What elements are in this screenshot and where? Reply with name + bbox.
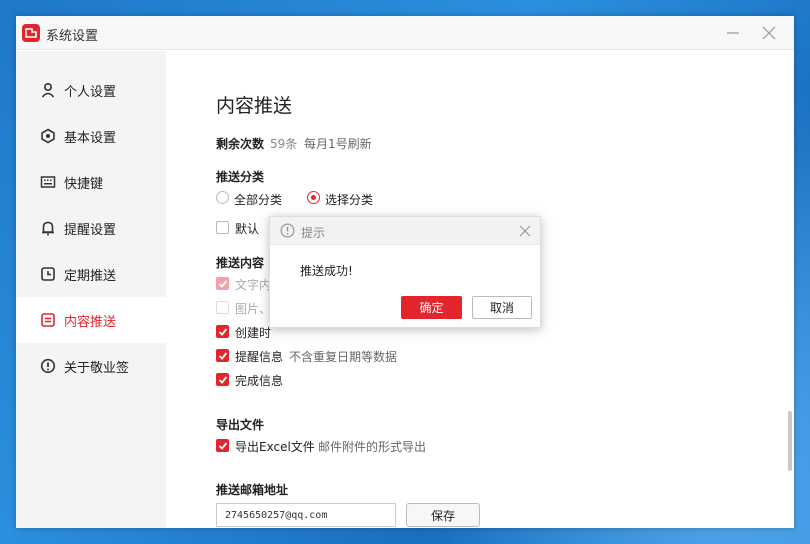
checkbox-created-time[interactable] <box>216 325 229 338</box>
sidebar-item-label: 提醒设置 <box>64 223 117 238</box>
sidebar-item-about[interactable]: 关于敬业签 <box>16 343 166 389</box>
close-button[interactable] <box>758 22 780 44</box>
radio-select-label: 选择分类 <box>325 193 374 207</box>
remaining-label: 剩余次数 <box>216 137 265 151</box>
user-icon <box>41 82 55 98</box>
minimize-button[interactable] <box>722 22 744 44</box>
category-default-label: 默认 <box>235 222 260 236</box>
email-label: 推送邮箱地址 <box>216 483 289 497</box>
refresh-note: 每月1号刷新 <box>304 137 372 151</box>
export-excel-note: 邮件附件的形式导出 <box>318 440 427 454</box>
sidebar-item-label: 快捷键 <box>64 177 104 192</box>
sidebar-item-shortcuts[interactable]: 快捷键 <box>16 159 166 205</box>
radio-all-label: 全部分类 <box>234 193 283 207</box>
checkbox-export-excel[interactable] <box>216 439 229 452</box>
save-button[interactable]: 保存 <box>406 503 480 527</box>
content-item-label: 图片、 <box>235 302 272 316</box>
content-item-label: 完成信息 <box>235 374 284 388</box>
content-item-label: 提醒信息 <box>235 350 284 364</box>
sidebar-item-scheduled-push[interactable]: 定期推送 <box>16 251 166 297</box>
confirm-button[interactable]: 确定 <box>401 296 462 319</box>
checkbox-reminder-info[interactable] <box>216 349 229 362</box>
dialog-message: 推送成功! <box>300 264 353 278</box>
checkbox-completion-info[interactable] <box>216 373 229 386</box>
bell-icon <box>42 221 54 236</box>
sidebar: 个人设置 基本设置 快捷键 提醒设置 定期推送 内容推送 关于敬业签 <box>16 51 166 528</box>
sidebar-item-label: 定期推送 <box>64 269 117 284</box>
clock-icon <box>41 267 55 281</box>
content-item-label: 创建时 <box>235 326 272 340</box>
close-icon[interactable] <box>518 224 532 238</box>
page-title: 内容推送 <box>216 95 293 117</box>
reminder-info-note: 不含重复日期等数据 <box>289 350 398 364</box>
sidebar-item-content-push[interactable]: 内容推送 <box>16 297 166 343</box>
alert-dialog: 提示 推送成功! 确定 取消 <box>269 216 541 328</box>
export-label: 导出文件 <box>216 418 265 432</box>
info-icon <box>40 358 56 374</box>
radio-select-categories[interactable] <box>307 191 320 204</box>
scrollbar-thumb[interactable] <box>788 411 792 471</box>
sidebar-item-label: 个人设置 <box>64 85 117 100</box>
dialog-title: 提示 <box>301 226 326 240</box>
email-input[interactable] <box>216 503 396 527</box>
sidebar-item-basic[interactable]: 基本设置 <box>16 113 166 159</box>
sidebar-item-label: 基本设置 <box>64 131 117 146</box>
content-item-label: 文字内 <box>235 278 272 292</box>
checkbox-text-content[interactable] <box>216 277 229 290</box>
title-bar[interactable]: 系统设置 <box>16 16 794 50</box>
category-label: 推送分类 <box>216 170 265 184</box>
window-title: 系统设置 <box>46 29 99 44</box>
export-excel-label: 导出Excel文件 <box>235 440 315 454</box>
list-icon <box>41 313 55 327</box>
sidebar-item-label: 内容推送 <box>64 315 117 330</box>
checkbox-images[interactable] <box>216 301 229 314</box>
checkbox-category-default[interactable] <box>216 221 229 234</box>
cancel-button[interactable]: 取消 <box>472 296 532 319</box>
content-label: 推送内容 <box>216 256 265 270</box>
dialog-header[interactable]: 提示 <box>270 217 540 245</box>
settings-icon <box>41 128 55 144</box>
remaining-count: 59条 <box>270 137 298 151</box>
keyboard-icon <box>40 176 56 188</box>
app-logo-icon <box>22 24 40 42</box>
sidebar-item-reminders[interactable]: 提醒设置 <box>16 205 166 251</box>
baidu-watermark-logo <box>622 462 719 503</box>
settings-window: 系统设置 个人设置 基本设置 快捷键 提醒设置 定期推送 内容推送 关于敬业签 … <box>16 16 794 528</box>
watermark-url: jingyan.baidu.com <box>620 504 740 519</box>
sidebar-item-personal[interactable]: 个人设置 <box>16 67 166 113</box>
radio-all-categories[interactable] <box>216 191 229 204</box>
sidebar-item-label: 关于敬业签 <box>64 361 130 376</box>
info-icon <box>280 223 295 238</box>
